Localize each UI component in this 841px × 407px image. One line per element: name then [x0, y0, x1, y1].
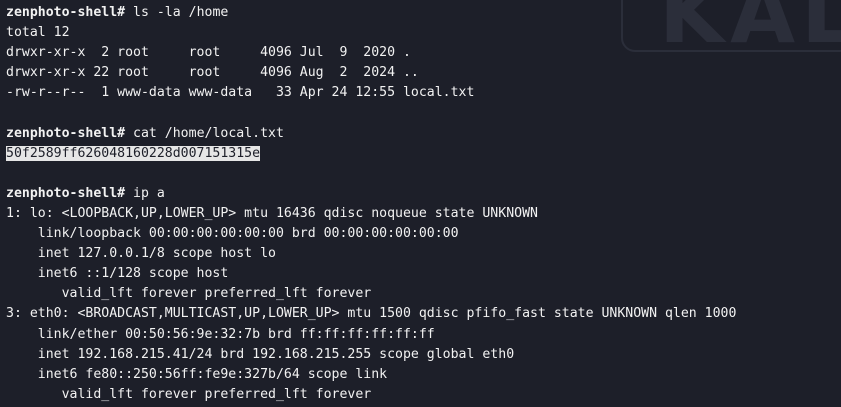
output-line: link/loopback 00:00:00:00:00:00 brd 00:0… — [6, 226, 459, 242]
command-text: ip a — [133, 185, 165, 201]
terminal-window[interactable]: KAL zenphoto-shell# ls -la /home total 1… — [0, 0, 841, 407]
output-line: inet6 fe80::250:56ff:fe9e:327b/64 scope … — [6, 366, 388, 382]
output-line: inet6 ::1/128 scope host — [6, 266, 229, 282]
output-line: link/ether 00:50:56:9e:32:7b brd ff:ff:f… — [6, 326, 435, 342]
command-text: cat /home/local.txt — [133, 125, 284, 141]
command-line: zenphoto-shell# cat /home/local.txt — [6, 124, 841, 144]
output-line: valid_lft forever preferred_lft forever — [6, 386, 372, 402]
output-line: 1: lo: <LOOPBACK,UP,LOWER_UP> mtu 16436 … — [6, 205, 538, 221]
terminal-output: zenphoto-shell# ls -la /home total 12 dr… — [0, 0, 841, 405]
output-line: valid_lft forever preferred_lft forever — [6, 286, 372, 302]
output-line: 50f2589ff626048160228d007151315e — [6, 144, 841, 164]
output-line: inet 192.168.215.41/24 brd 192.168.215.2… — [6, 346, 515, 362]
output-line: inet 127.0.0.1/8 scope host lo — [6, 246, 276, 262]
command-line: zenphoto-shell# ls -la /home — [6, 3, 841, 23]
command-line: zenphoto-shell# ip a — [6, 184, 841, 204]
selected-flag-text[interactable]: 50f2589ff626048160228d007151315e — [6, 145, 261, 161]
shell-prompt: zenphoto-shell# — [6, 185, 126, 201]
output-line: total 12 — [6, 25, 70, 41]
output-line: drwxr-xr-x 2 root root 4096 Jul 9 2020 . — [6, 45, 411, 61]
output-line: drwxr-xr-x 22 root root 4096 Aug 2 2024 … — [6, 65, 419, 81]
output-line: -rw-r--r-- 1 www-data www-data 33 Apr 24… — [6, 85, 475, 101]
output-line: 3: eth0: <BROADCAST,MULTICAST,UP,LOWER_U… — [6, 306, 737, 322]
shell-prompt: zenphoto-shell# — [6, 5, 126, 20]
shell-prompt: zenphoto-shell# — [6, 125, 126, 141]
command-text: ls -la /home — [133, 5, 229, 20]
